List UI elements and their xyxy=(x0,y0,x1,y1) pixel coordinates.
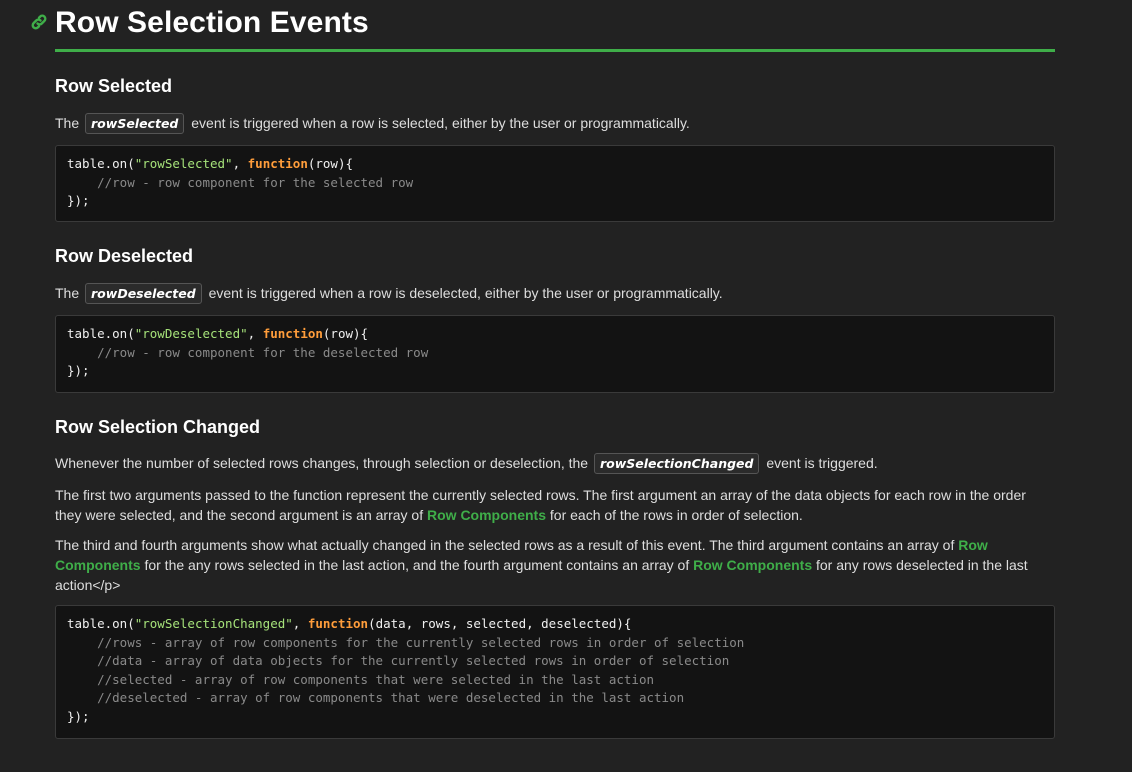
main-content: Row Selection Events Row Selected The ro… xyxy=(31,0,1055,739)
code-comment: //rows - array of row components for the… xyxy=(67,634,745,650)
code-comment: //row - row component for the selected r… xyxy=(67,174,414,190)
section-title-row-selected: Row Selected xyxy=(55,76,173,96)
section-description: Whenever the number of selected rows cha… xyxy=(55,453,1055,474)
section-description: The rowSelected event is triggered when … xyxy=(55,113,1055,134)
page-title: Row Selection Events xyxy=(55,6,369,39)
code-comment: //selected - array of row components tha… xyxy=(67,671,654,687)
event-name-code: rowDeselected xyxy=(85,283,202,304)
link-icon[interactable] xyxy=(30,13,48,31)
code-block: table.on("rowSelectionChanged", function… xyxy=(55,605,1055,739)
arguments-description-1: The first two arguments passed to the fu… xyxy=(55,487,1026,523)
code-block: table.on("rowSelected", function(row){ /… xyxy=(55,145,1055,222)
event-name-code: rowSelected xyxy=(85,113,185,134)
code-comment: //deselected - array of row components t… xyxy=(67,690,685,706)
row-components-link[interactable]: Row Components xyxy=(427,507,546,523)
event-name-code: rowSelectionChanged xyxy=(593,453,760,474)
page-heading-block: Row Selection Events xyxy=(31,0,1055,52)
code-comment: //data - array of data objects for the c… xyxy=(67,653,730,669)
row-components-link[interactable]: Row Components xyxy=(693,557,812,573)
section-description: The rowDeselected event is triggered whe… xyxy=(55,283,1055,304)
section-title-row-selection-changed: Row Selection Changed xyxy=(55,417,261,437)
section-title-row-deselected: Row Deselected xyxy=(55,246,194,266)
code-comment: //row - row component for the deselected… xyxy=(67,344,429,360)
code-block: table.on("rowDeselected", function(row){… xyxy=(55,315,1055,393)
arguments-description-2: The third and fourth arguments show what… xyxy=(55,537,1028,593)
